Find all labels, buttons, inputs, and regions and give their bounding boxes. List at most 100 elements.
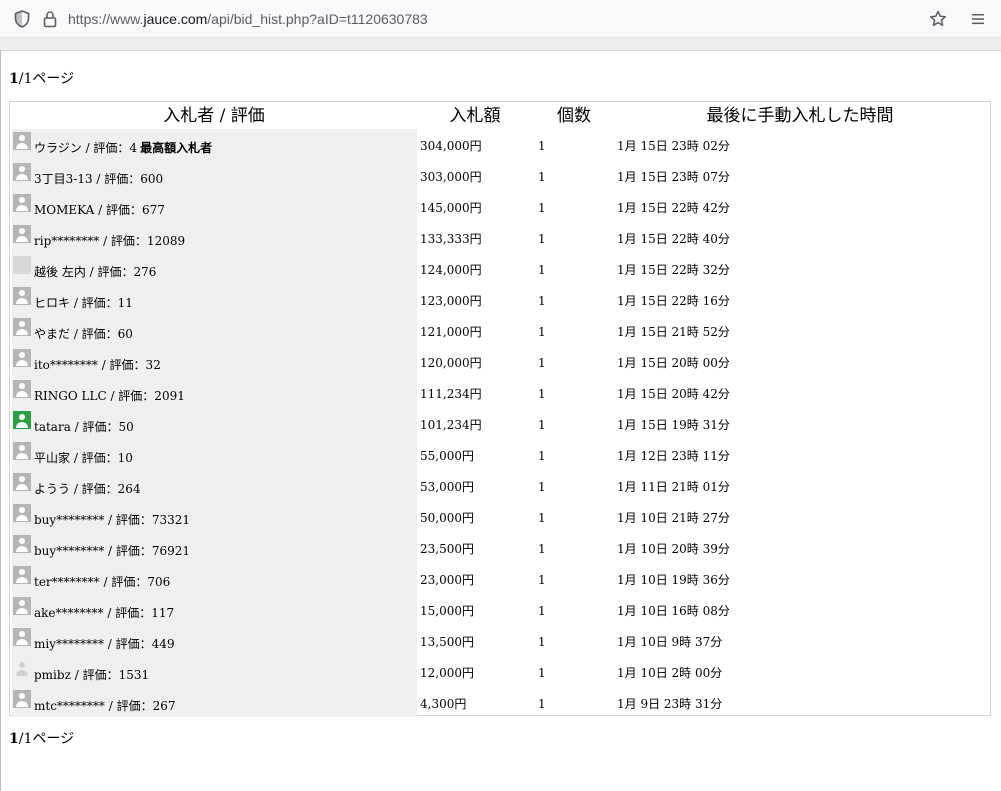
bid-amount: 53,000円 (420, 480, 474, 494)
table-row: ake******** / 評価：117 15,000円 1 1月 10日 16時 0… (10, 595, 990, 626)
user-avatar-icon (13, 473, 31, 491)
table-row: ヒロキ / 評価：11 123,000円 1 1月 15日 22時 16分 (10, 285, 990, 316)
table-row: miy******** / 評価：449 13,500円 1 1月 10日 9時 37… (10, 626, 990, 657)
table-row: やまだ / 評価：60 121,000円 1 1月 15日 21時 52分 (10, 316, 990, 347)
bid-quantity: 1 (538, 387, 546, 401)
bookmark-star-icon[interactable] (928, 9, 948, 29)
bidder-label: pmibz / 評価：1531 (34, 668, 150, 682)
bid-quantity: 1 (538, 232, 546, 246)
bidder-name-rating[interactable]: ter******** / 評価：706 (34, 574, 170, 590)
bidder-name-rating[interactable]: RINGO LLC / 評価：2091 (34, 388, 185, 404)
bid-quantity: 1 (538, 542, 546, 556)
bid-time: 1月 10日 2時 00分 (617, 666, 723, 680)
bidder-label: ヒロキ / 評価：11 (34, 296, 133, 310)
bid-time: 1月 15日 23時 02分 (617, 139, 730, 153)
bid-amount: 123,000円 (420, 294, 482, 308)
bid-history-table: 入札者 / 評価 入札額 個数 最後に手動入札した時間 ウラジン / 評価：4 最… (9, 101, 991, 719)
address-bar-url[interactable]: https://www.jauce.com/api/bid_hist.php?a… (68, 9, 428, 29)
url-prefix: https://www. (68, 11, 144, 27)
table-row: mtc******** / 評価：267 4,300円 1 1月 9日 23時 31分 (10, 688, 990, 719)
bid-amount: 133,333円 (420, 232, 482, 246)
bid-amount: 303,000円 (420, 170, 482, 184)
page-left-border (0, 50, 1, 791)
toolbar-separator (0, 38, 1001, 51)
table-row: buy******** / 評価：76921 23,500円 1 1月 10日 20時… (10, 533, 990, 564)
bid-time: 1月 15日 20時 42分 (617, 387, 730, 401)
bidder-name-rating[interactable]: miy******** / 評価：449 (34, 636, 175, 652)
bid-time: 1月 15日 19時 31分 (617, 418, 730, 432)
bidder-name-rating[interactable]: MOMEKA / 評価：677 (34, 202, 165, 218)
bid-amount: 15,000円 (420, 604, 474, 618)
bidder-name-rating[interactable]: 越後 左内 / 評価：276 (34, 264, 156, 280)
bid-quantity: 1 (538, 170, 546, 184)
user-avatar-icon (13, 535, 31, 553)
bid-quantity: 1 (538, 666, 546, 680)
bidder-label: 平山家 / 評価：10 (34, 451, 133, 465)
bidder-name-rating[interactable]: buy******** / 評価：73321 (34, 512, 190, 528)
bidder-name-rating[interactable]: やまだ / 評価：60 (34, 326, 133, 342)
bidder-label: miy******** / 評価：449 (34, 637, 175, 651)
pager-bottom: 1/1ページ (9, 730, 74, 748)
bid-quantity: 1 (538, 697, 546, 711)
bid-quantity: 1 (538, 263, 546, 277)
header-quantity: 個数 (557, 106, 591, 126)
bidder-name-rating[interactable]: ake******** / 評価：117 (34, 605, 174, 621)
bidder-name-rating[interactable]: rip******** / 評価：12089 (34, 233, 185, 249)
bidder-name-rating[interactable]: ようう / 評価：264 (34, 481, 141, 497)
bidder-name-rating[interactable]: ヒロキ / 評価：11 (34, 295, 133, 311)
bidder-name-rating[interactable]: mtc******** / 評価：267 (34, 698, 176, 714)
bid-time: 1月 10日 20時 39分 (617, 542, 730, 556)
table-row: 平山家 / 評価：10 55,000円 1 1月 12日 23時 11分 (10, 440, 990, 471)
bid-amount: 23,500円 (420, 542, 474, 556)
bidder-name-rating[interactable]: buy******** / 評価：76921 (34, 543, 190, 559)
lock-icon[interactable] (40, 9, 60, 29)
bidder-name-rating[interactable]: 3丁目3-13 / 評価：600 (34, 171, 163, 187)
bid-quantity: 1 (538, 201, 546, 215)
bidder-name-rating[interactable]: ito******** / 評価：32 (34, 357, 161, 373)
table-row: ウラジン / 評価：4 最高額入札者 304,000円 1 1月 15日 23時 02分 (10, 130, 990, 161)
bid-amount: 120,000円 (420, 356, 482, 370)
bidder-label: ake******** / 評価：117 (34, 606, 175, 620)
url-host: jauce.com (143, 11, 208, 27)
bid-amount: 121,000円 (420, 325, 482, 339)
top-bidder-badge: 最高額入札者 (140, 141, 213, 155)
bidder-name-rating[interactable]: ウラジン / 評価：4 最高額入札者 (34, 140, 212, 156)
bid-time: 1月 15日 22時 40分 (617, 232, 730, 246)
bid-time: 1月 15日 20時 00分 (617, 356, 730, 370)
bidder-label: ようう / 評価：264 (34, 482, 141, 496)
bid-amount: 23,000円 (420, 573, 474, 587)
bid-amount: 304,000円 (420, 139, 482, 153)
bidder-label: ter******** / 評価：706 (34, 575, 171, 589)
user-avatar-icon (13, 349, 31, 367)
browser-toolbar: https://www.jauce.com/api/bid_hist.php?a… (0, 0, 1001, 38)
bid-amount: 145,000円 (420, 201, 482, 215)
user-avatar-icon (13, 163, 31, 181)
bid-amount: 13,500円 (420, 635, 474, 649)
bid-quantity: 1 (538, 511, 546, 525)
user-avatar-icon (13, 225, 31, 243)
bidder-label: buy******** / 評価：73321 (34, 513, 191, 527)
bidder-name-rating[interactable]: pmibz / 評価：1531 (34, 667, 149, 683)
bid-amount: 101,234円 (420, 418, 482, 432)
table-row: rip******** / 評価：12089 133,333円 1 1月 15日 22… (10, 223, 990, 254)
user-avatar-icon (13, 287, 31, 305)
pager-current: 1 (9, 71, 19, 87)
bid-quantity: 1 (538, 635, 546, 649)
table-row: RINGO LLC / 評価：2091 111,234円 1 1月 15日 20時 4… (10, 378, 990, 409)
bid-time: 1月 11日 21時 01分 (617, 480, 730, 494)
header-amount: 入札額 (449, 106, 501, 126)
bidder-label: ito******** / 評価：32 (34, 358, 161, 372)
table-row: buy******** / 評価：73321 50,000円 1 1月 10日 21時… (10, 502, 990, 533)
bidder-name-rating[interactable]: 平山家 / 評価：10 (34, 450, 133, 466)
user-avatar-icon (13, 566, 31, 584)
bid-time: 1月 15日 23時 07分 (617, 170, 730, 184)
header-bidder: 入札者 / 評価 (163, 106, 265, 126)
bid-quantity: 1 (538, 480, 546, 494)
bidder-label: MOMEKA / 評価：677 (34, 203, 165, 217)
shield-icon[interactable] (12, 9, 32, 29)
bidder-name-rating[interactable]: tatara / 評価：50 (34, 419, 134, 435)
hamburger-menu-icon[interactable] (968, 9, 988, 29)
bid-quantity: 1 (538, 604, 546, 618)
user-avatar-icon (13, 504, 31, 522)
bidder-label: RINGO LLC / 評価：2091 (34, 389, 185, 403)
